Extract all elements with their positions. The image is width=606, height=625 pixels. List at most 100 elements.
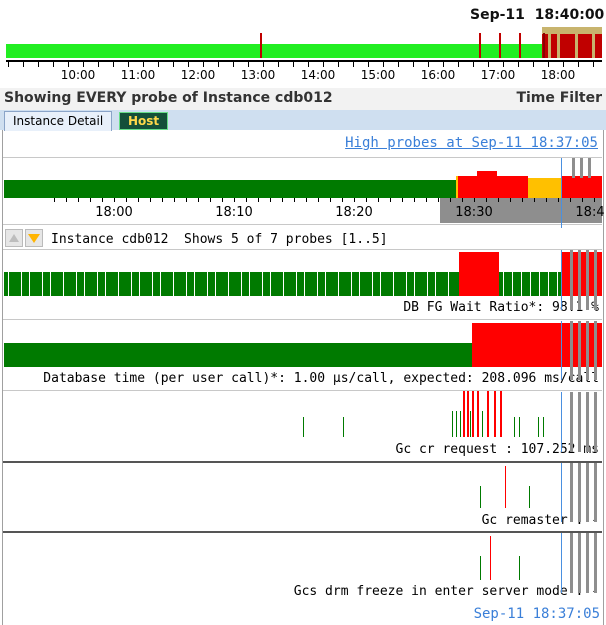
gap-bar [594,392,597,452]
probe1-gap [194,272,195,296]
probe3-spike [343,417,344,437]
gap-bar [586,321,589,380]
probe3-spike [460,411,461,437]
probe1-gap [512,272,513,296]
probe1-gap [63,272,64,296]
probe1-gap [548,272,549,296]
probe1-gap [131,272,132,296]
probe1-gap [270,272,271,296]
probe3-spike [482,411,483,437]
probe1-gap [380,272,381,296]
probe1-gap [105,272,106,296]
probe1-gap [152,272,153,296]
gap-bar [570,392,573,452]
probe1-gap [215,272,216,296]
probe1-gap [539,272,540,296]
cursor-line [561,250,562,310]
gap-bar [578,392,581,452]
probe1-gap [304,272,305,296]
gap-bar [586,392,589,452]
probe1-gap [372,272,373,296]
overview-gap [557,34,560,58]
probe3-spike [463,391,465,437]
probe1-gap [139,272,140,296]
probe1-gap [84,272,85,296]
timeline-alert-segment [562,176,602,198]
gap-bar [570,321,573,380]
probe1-gap [228,272,229,296]
overview-spike [479,33,481,58]
probe1-gap [249,272,250,296]
probe2-ok-band [4,343,472,367]
probe4-spike [529,486,530,508]
probe1-gap [173,272,174,296]
gap-bar [578,463,581,522]
overview-spike [499,33,501,58]
probe1-gap [359,272,360,296]
probe3-spike [477,391,479,437]
probe3-spike [514,417,515,437]
gap-bar [570,533,573,593]
gap-bar [572,158,575,178]
timeline-warn-mark [456,176,458,198]
cursor-line [561,533,562,593]
probe1-gap [296,272,297,296]
probe1-gap [207,272,208,296]
timeline-alert-segment [458,176,528,198]
probe1-gap [448,272,449,296]
probe1-ok-band [4,272,459,296]
gap-bar [578,250,581,310]
probe4-spike [480,486,481,508]
probe1-gap [317,272,318,296]
probe3-spike [470,411,471,437]
probe5-spike [480,556,481,580]
gap-bar [586,533,589,593]
probe1-gap [50,272,51,296]
probe1-gap [118,272,119,296]
probe3-spike [500,391,502,437]
gap-bar [594,533,597,593]
gap-bar [588,158,591,178]
overview-gap [548,34,551,58]
probe1-gap [338,272,339,296]
probe3-spike [452,411,453,437]
timeline-ok-segment [4,180,456,198]
probe2-alert [472,323,602,367]
overview-spike [543,33,545,58]
gap-bar [594,250,597,310]
probe1-gap [283,272,284,296]
overview-spike [519,33,521,58]
probe1-gap [160,272,161,296]
probe5-spike [490,536,491,580]
timeline-alert-peak [477,171,497,179]
timeline-warn-segment [528,178,562,198]
probe3-spike [303,417,304,437]
gap-bar [570,250,573,310]
probe3-spike [456,411,457,437]
probe1-gap [8,272,9,296]
probe1-gap [414,272,415,296]
probe1-alert [459,252,499,296]
probe3-spike [472,391,474,437]
cursor-line [561,392,562,452]
probe3-spike [467,391,469,437]
cursor-line [561,321,562,380]
probe5-spike [519,556,520,580]
probe-graphics [4,27,602,593]
cursor-line [561,463,562,522]
probe1-gap [557,272,558,296]
overview-gap [592,34,595,58]
gap-bar [594,463,597,522]
probe1-gap [530,272,531,296]
probe4-spike [505,466,506,508]
probe3-spike [543,417,544,437]
probe1-gap [29,272,30,296]
probe1-gap [76,272,77,296]
probe3-spike [487,391,489,437]
probe1-gap [521,272,522,296]
overview-gap [575,34,578,58]
probe1-gap [325,272,326,296]
probe3-spike [538,417,539,437]
probe1-gap [186,272,187,296]
probe3-spike [494,391,496,437]
